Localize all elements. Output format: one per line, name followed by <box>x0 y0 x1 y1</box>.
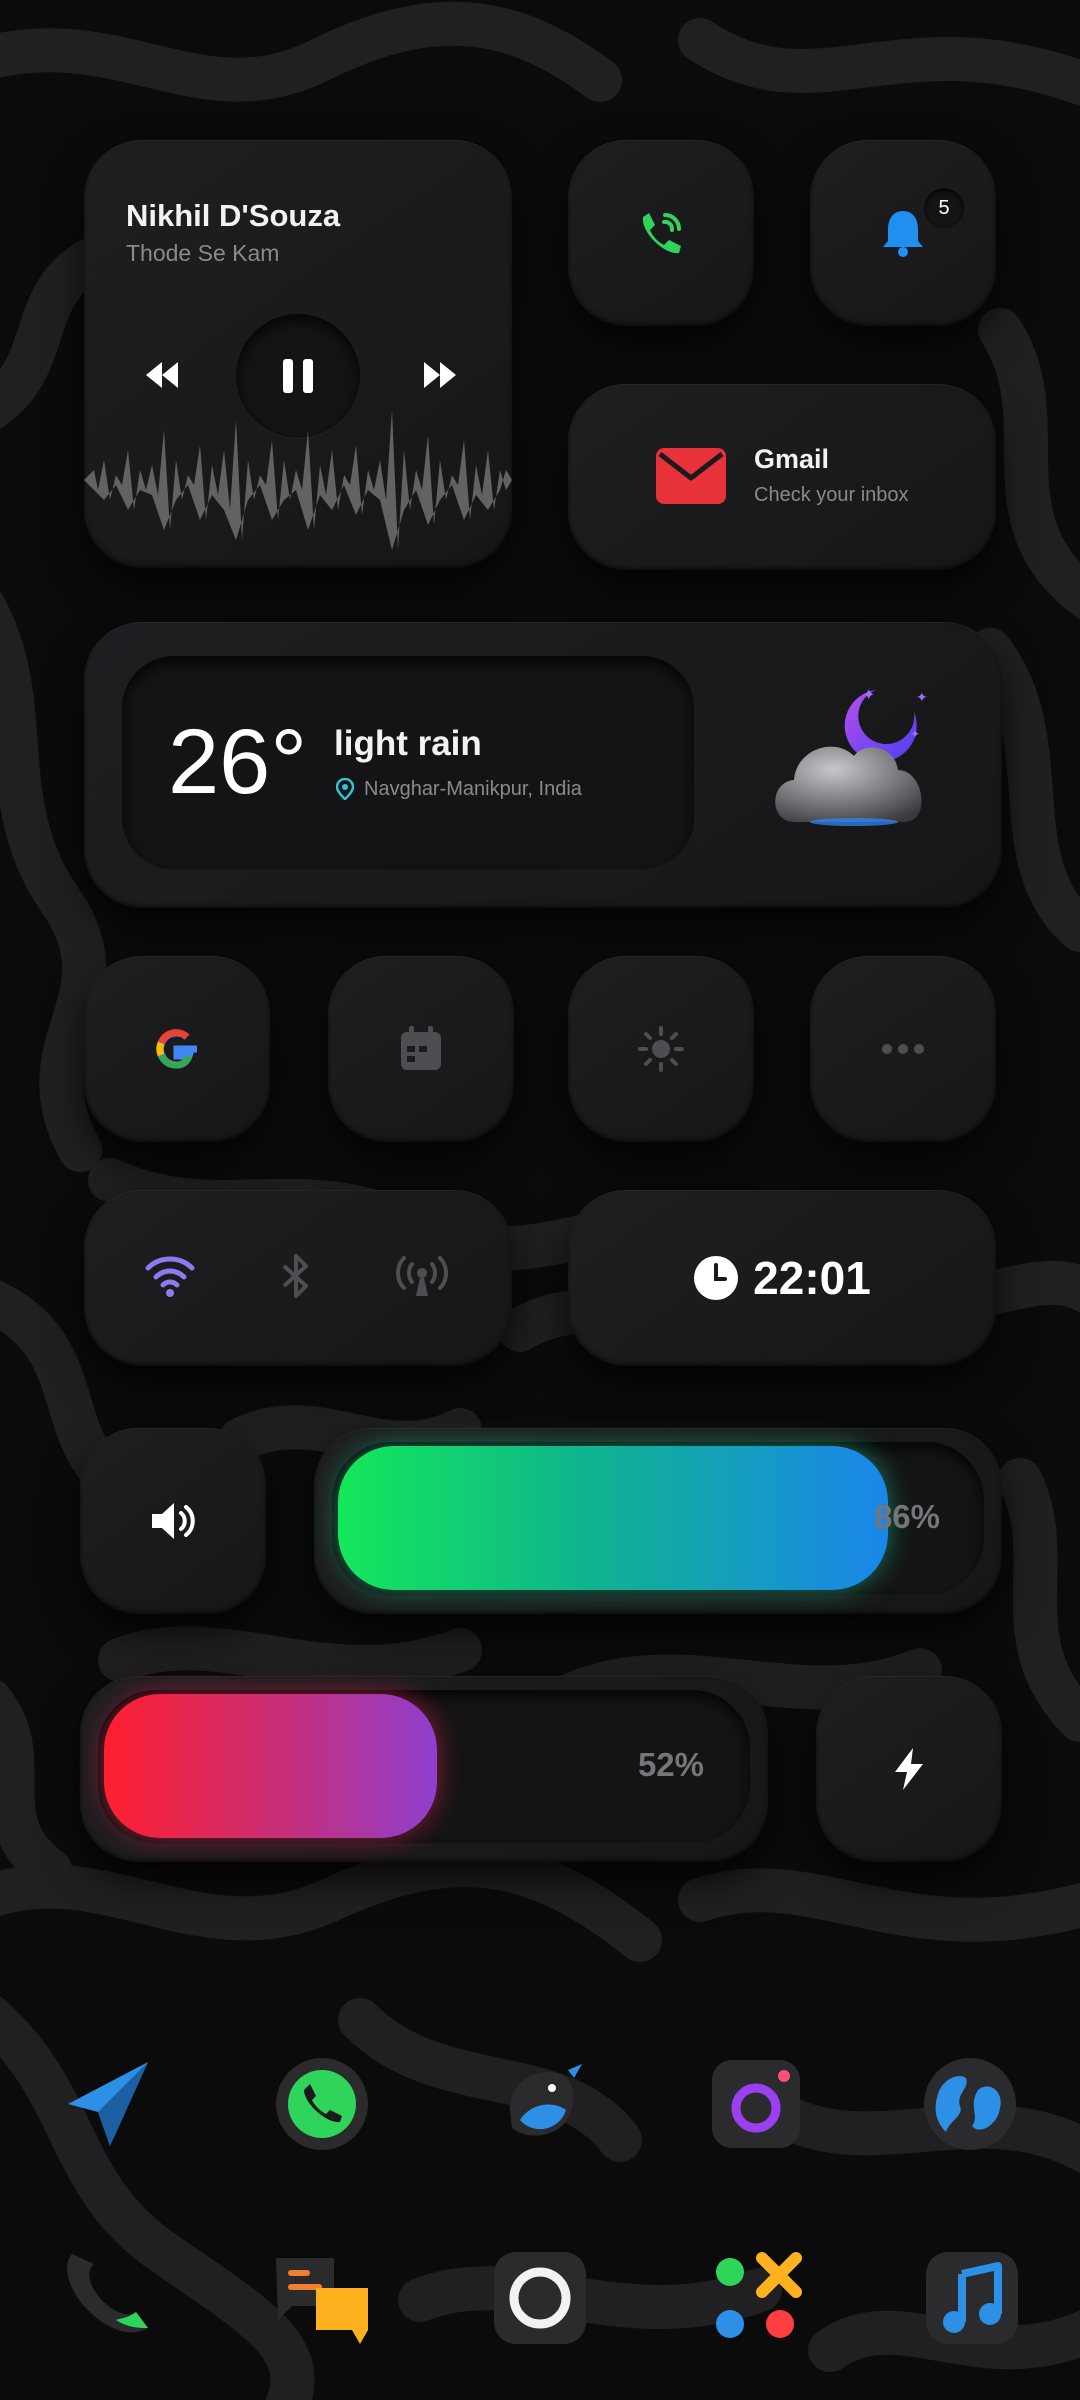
volume-button[interactable] <box>80 1428 266 1614</box>
hotspot-icon[interactable] <box>394 1252 450 1298</box>
lightning-icon <box>895 1748 923 1790</box>
gmail-widget[interactable]: Gmail Check your inbox <box>568 384 996 570</box>
gmail-mail-icon <box>656 448 726 504</box>
battery-percent: 52% <box>637 1746 704 1783</box>
speaker-icon <box>152 1503 195 1539</box>
svg-text:✦: ✦ <box>862 685 875 704</box>
camera-icon[interactable] <box>706 2054 806 2154</box>
games-icon[interactable] <box>706 2248 806 2348</box>
weather-location: Navghar-Manikpur, India <box>364 778 582 800</box>
clock-widget[interactable]: 22:01 <box>568 1190 996 1366</box>
music-track: Thode Se Kam <box>126 240 280 266</box>
telegram-icon[interactable] <box>58 2054 158 2154</box>
wifi-icon[interactable] <box>144 1254 196 1298</box>
more-icon <box>882 1044 924 1054</box>
notification-badge: 5 <box>924 188 964 228</box>
cloud-moon-icon: ✦ ✦ ✦ <box>775 685 928 826</box>
weather-info-panel: 26° light rain Navghar-Manikpur, India <box>122 656 694 870</box>
clock-time: 22:01 <box>753 1252 871 1304</box>
notification-count: 5 <box>938 196 950 219</box>
more-button[interactable] <box>810 956 996 1142</box>
camera-lens-icon[interactable] <box>490 2248 590 2348</box>
music-icon[interactable] <box>922 2248 1022 2348</box>
location-pin-icon <box>336 778 354 800</box>
whatsapp-icon[interactable] <box>272 2054 372 2154</box>
clock-icon <box>694 1256 739 1300</box>
call-button[interactable] <box>568 140 754 326</box>
svg-text:✦: ✦ <box>910 727 920 741</box>
charging-button[interactable] <box>816 1676 1002 1862</box>
bell-icon <box>883 211 923 257</box>
browser-globe-icon[interactable] <box>920 2054 1020 2154</box>
bluetooth-icon[interactable] <box>280 1252 312 1300</box>
calendar-icon <box>401 1026 441 1070</box>
volume-slider[interactable]: 86% <box>314 1428 1002 1614</box>
battery-fill <box>104 1694 437 1838</box>
temperature: 26° <box>168 711 308 813</box>
fast-forward-icon[interactable] <box>420 360 460 390</box>
calendar-button[interactable] <box>328 956 514 1142</box>
notification-button[interactable]: 5 <box>810 140 996 326</box>
google-button[interactable] <box>84 956 270 1142</box>
rewind-icon[interactable] <box>142 360 182 390</box>
google-icon <box>156 1029 197 1069</box>
gmail-title: Gmail <box>754 444 830 474</box>
volume-fill <box>338 1446 888 1590</box>
svg-text:✦: ✦ <box>916 690 928 706</box>
connectivity-widget <box>84 1190 512 1366</box>
phone-call-icon <box>642 213 681 254</box>
volume-percent: 86% <box>873 1498 940 1535</box>
music-artist: Nikhil D'Souza <box>126 198 341 233</box>
music-widget[interactable]: Nikhil D'Souza Thode Se Kam <box>84 140 512 568</box>
brightness-icon <box>638 1026 684 1072</box>
messages-icon[interactable] <box>272 2248 372 2348</box>
weather-condition: light rain <box>334 724 482 763</box>
weather-widget[interactable]: 26° light rain Navghar-Manikpur, India ✦… <box>84 622 1002 908</box>
brightness-button[interactable] <box>568 956 754 1142</box>
battery-slider[interactable]: 52% <box>80 1676 768 1862</box>
gmail-subtitle: Check your inbox <box>754 484 909 506</box>
twitter-bird-icon[interactable] <box>490 2050 590 2150</box>
phone-icon[interactable] <box>58 2248 158 2348</box>
waveform <box>84 410 512 550</box>
